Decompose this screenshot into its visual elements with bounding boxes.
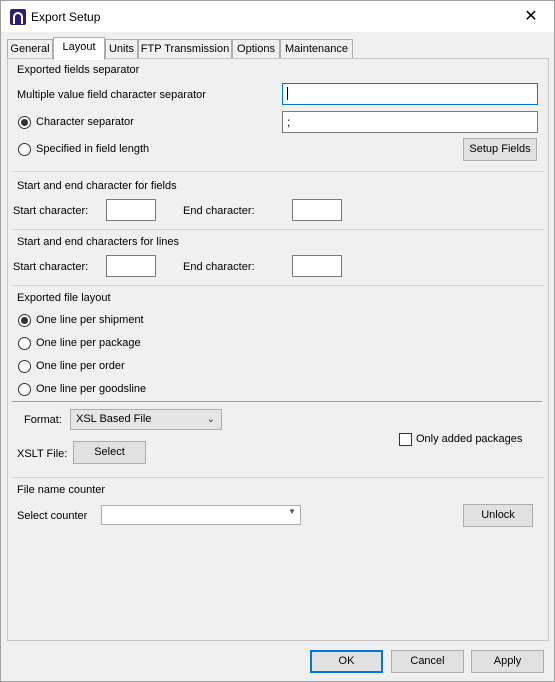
layout-option-order-label: One line per order bbox=[36, 360, 125, 372]
field-length-label: Specified in field length bbox=[36, 143, 150, 155]
apply-button[interactable]: Apply bbox=[471, 650, 544, 673]
char-separator-radio[interactable] bbox=[18, 116, 31, 129]
format-label: Format: bbox=[24, 414, 62, 426]
title-bar: Export Setup ✕ bbox=[1, 1, 554, 32]
char-separator-input[interactable]: ; bbox=[282, 111, 538, 133]
select-xslt-button[interactable]: Select bbox=[73, 441, 146, 464]
char-separator-label: Character separator bbox=[36, 116, 134, 128]
tab-layout[interactable]: Layout bbox=[53, 37, 105, 60]
window-title: Export Setup bbox=[31, 10, 101, 24]
layout-option-package-radio[interactable] bbox=[18, 337, 31, 350]
select-counter-label: Select counter bbox=[17, 510, 88, 522]
setup-fields-button[interactable]: Setup Fields bbox=[463, 138, 537, 161]
lines-end-label: End character: bbox=[183, 261, 255, 273]
fields-end-input[interactable] bbox=[292, 199, 342, 221]
field-length-radio[interactable] bbox=[18, 143, 31, 156]
layout-option-shipment-label: One line per shipment bbox=[36, 314, 144, 326]
tab-units[interactable]: Units bbox=[105, 39, 138, 59]
app-icon bbox=[10, 9, 26, 25]
lines-start-input[interactable] bbox=[106, 255, 156, 277]
layout-option-package-label: One line per package bbox=[36, 337, 141, 349]
layout-option-order-radio[interactable] bbox=[18, 360, 31, 373]
lines-group-title: Start and end characters for lines bbox=[17, 236, 180, 248]
layout-group-title: Exported file layout bbox=[17, 292, 111, 304]
counter-group-title: File name counter bbox=[17, 484, 106, 496]
layout-option-goodsline-label: One line per goodsline bbox=[36, 383, 147, 395]
separator-group-title: Exported fields separator bbox=[17, 64, 140, 76]
dropdown-arrow-icon: ▼ bbox=[288, 507, 296, 516]
select-counter-combo[interactable]: ▼ bbox=[101, 505, 301, 525]
divider bbox=[12, 477, 544, 478]
chevron-down-icon: ⌄ bbox=[206, 414, 215, 425]
multi-separator-label: Multiple value field character separator bbox=[17, 89, 206, 101]
layout-option-shipment-radio[interactable] bbox=[18, 314, 31, 327]
divider bbox=[12, 171, 544, 172]
fields-start-input[interactable] bbox=[106, 199, 156, 221]
cancel-button[interactable]: Cancel bbox=[391, 650, 464, 673]
fields-start-label: Start character: bbox=[13, 205, 89, 217]
divider bbox=[12, 285, 544, 286]
divider bbox=[12, 401, 542, 402]
format-select[interactable]: XSL Based File ⌄ bbox=[70, 409, 222, 430]
lines-end-input[interactable] bbox=[292, 255, 342, 277]
close-icon[interactable]: ✕ bbox=[508, 1, 554, 32]
fields-end-label: End character: bbox=[183, 205, 255, 217]
lines-start-label: Start character: bbox=[13, 261, 89, 273]
multi-separator-input[interactable] bbox=[282, 83, 538, 105]
tab-ftp-transmission[interactable]: FTP Transmission bbox=[138, 39, 232, 59]
format-select-value: XSL Based File bbox=[76, 413, 152, 425]
export-setup-dialog: Export Setup ✕ General Layout Units FTP … bbox=[0, 0, 555, 682]
tab-options[interactable]: Options bbox=[232, 39, 280, 59]
only-added-checkbox[interactable] bbox=[399, 433, 412, 446]
divider bbox=[12, 229, 544, 230]
tab-general[interactable]: General bbox=[7, 39, 53, 59]
tab-maintenance[interactable]: Maintenance bbox=[280, 39, 353, 59]
ok-button[interactable]: OK bbox=[310, 650, 383, 673]
fields-group-title: Start and end character for fields bbox=[17, 180, 177, 192]
only-added-label: Only added packages bbox=[416, 433, 523, 445]
unlock-button[interactable]: Unlock bbox=[463, 504, 533, 527]
layout-option-goodsline-radio[interactable] bbox=[18, 383, 31, 396]
layout-tab-panel: Exported fields separator Multiple value… bbox=[7, 58, 549, 641]
xslt-file-label: XSLT File: bbox=[17, 448, 68, 460]
